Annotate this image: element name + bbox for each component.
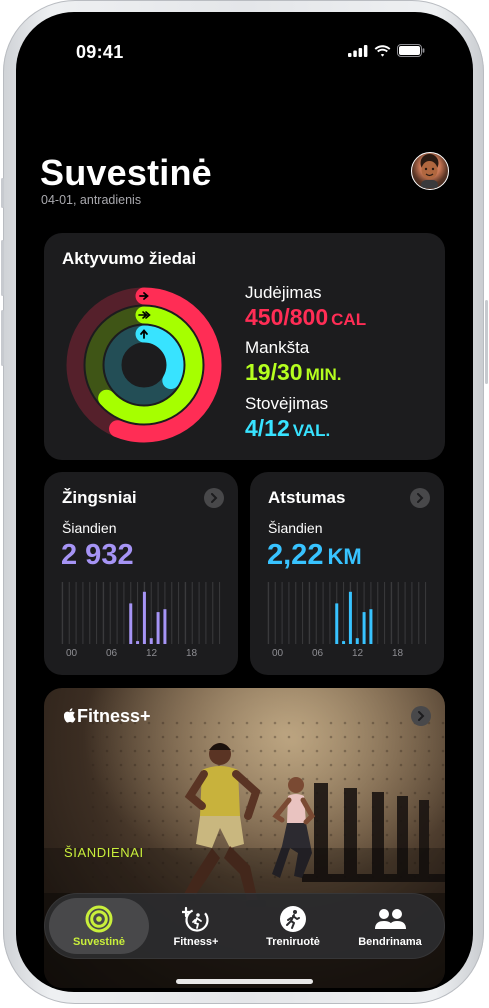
distance-axis-06: 06 [312, 648, 324, 659]
tab-summary[interactable]: Suvestinė [49, 898, 149, 954]
stand-value: 4/12 [245, 415, 290, 441]
volume-up-button [1, 240, 4, 296]
steps-card-title: Žingsniai [62, 488, 137, 507]
tab-fitness-plus-label: Fitness+ [173, 936, 219, 948]
page-date: 04-01, antradienis [41, 193, 142, 207]
steps-bar-10 [129, 603, 133, 644]
distance-period: Šiandien [268, 520, 323, 536]
side-button [1, 178, 4, 208]
steps-value: 2 932 [61, 539, 134, 571]
steps-bar-13 [149, 638, 153, 644]
distance-unit: KM [327, 544, 362, 569]
status-time: 09:41 [76, 42, 124, 62]
steps-axis-00: 00 [66, 648, 78, 659]
exercise-value-row: 19/30 MIN. [245, 359, 341, 386]
fitness-plus-icon [182, 906, 209, 932]
distance-value: 2,22 [267, 539, 324, 571]
activity-rings-chart [66, 287, 222, 443]
distance-bar-12 [348, 591, 352, 644]
status-bar: 09:41 [16, 40, 473, 64]
distance-chevron-icon[interactable] [410, 488, 430, 508]
distance-bar-11 [342, 641, 346, 644]
exercise-metric: Mankšta 19/30 MIN. [245, 338, 341, 386]
tab-sharing[interactable]: Bendrinama [340, 898, 440, 954]
distance-card[interactable]: Atstumas Šiandien 2,22 KM 00 06 12 18 [250, 472, 444, 675]
tab-sharing-label: Bendrinama [358, 936, 422, 948]
distance-bar-14 [362, 612, 366, 644]
fitness-plus-logo: Fitness+ [63, 706, 151, 727]
stand-label: Stovėjimas [245, 394, 329, 413]
steps-hourly-chart [61, 582, 221, 644]
distance-axis-00: 00 [272, 648, 284, 659]
distance-hourly-chart [267, 582, 427, 644]
tab-summary-label: Suvestinė [73, 936, 125, 948]
steps-chevron-icon[interactable] [204, 488, 224, 508]
tab-workout[interactable]: Treniruotė [243, 898, 343, 954]
move-value-row: 450/800 CAL [245, 304, 366, 331]
activity-card-title: Aktyvumo žiedai [62, 249, 197, 268]
stand-unit: VAL. [292, 421, 331, 440]
stand-metric: Stovėjimas 4/12 VAL. [245, 394, 330, 442]
steps-bar-12 [142, 591, 146, 644]
battery-icon [397, 44, 425, 57]
workout-runner-icon [280, 906, 306, 932]
activity-rings-card[interactable]: Aktyvumo žiedai Judėjimas 450/800 CAL Man… [44, 233, 445, 460]
distance-value-row: 2,22 KM [267, 539, 362, 572]
steps-bar-11 [136, 641, 140, 644]
profile-avatar[interactable] [411, 152, 449, 190]
exercise-label: Mankšta [245, 338, 310, 357]
power-button [485, 300, 488, 384]
steps-axis-06: 06 [106, 648, 118, 659]
fitness-plus-logo-text: Fitness+ [77, 706, 151, 726]
volume-down-button [1, 310, 4, 366]
steps-bar-15 [163, 609, 167, 644]
steps-axis-18: 18 [186, 648, 198, 659]
distance-bar-13 [355, 638, 359, 644]
apple-logo-icon [63, 708, 76, 723]
steps-period: Šiandien [62, 520, 117, 536]
distance-axis-12: 12 [352, 648, 364, 659]
exercise-value: 19/30 [245, 359, 303, 385]
tab-bar: Suvestinė Fitness+ Treniruotė Bendrinama [44, 893, 445, 959]
cellular-signal-icon [348, 44, 368, 57]
summary-rings-icon [85, 905, 113, 933]
tab-workout-label: Treniruotė [266, 936, 320, 948]
wifi-icon [374, 44, 391, 57]
memoji-icon [420, 154, 439, 189]
fitness-today-label: ŠIANDIENAI [64, 845, 144, 860]
screen: 09:41 Suvestinė 04-01, antradienis Aktyv… [16, 12, 473, 992]
distance-axis-18: 18 [392, 648, 404, 659]
sharing-people-icon [375, 909, 406, 929]
move-unit: CAL [331, 310, 367, 329]
exercise-unit: MIN. [305, 365, 342, 384]
home-indicator [176, 979, 313, 984]
distance-bar-15 [369, 609, 373, 644]
fitness-chevron-icon[interactable] [411, 706, 431, 726]
distance-card-title: Atstumas [268, 488, 346, 507]
steps-axis-12: 12 [146, 648, 158, 659]
steps-card[interactable]: Žingsniai Šiandien 2 932 00 06 12 18 [44, 472, 238, 675]
move-label: Judėjimas [245, 283, 322, 302]
move-value: 450/800 [245, 304, 329, 330]
stand-value-row: 4/12 VAL. [245, 415, 330, 442]
page-title: Suvestinė [40, 152, 212, 193]
tab-fitness-plus[interactable]: Fitness+ [146, 898, 246, 954]
distance-bar-10 [335, 603, 339, 644]
steps-bar-14 [156, 612, 160, 644]
move-metric: Judėjimas 450/800 CAL [245, 283, 366, 331]
